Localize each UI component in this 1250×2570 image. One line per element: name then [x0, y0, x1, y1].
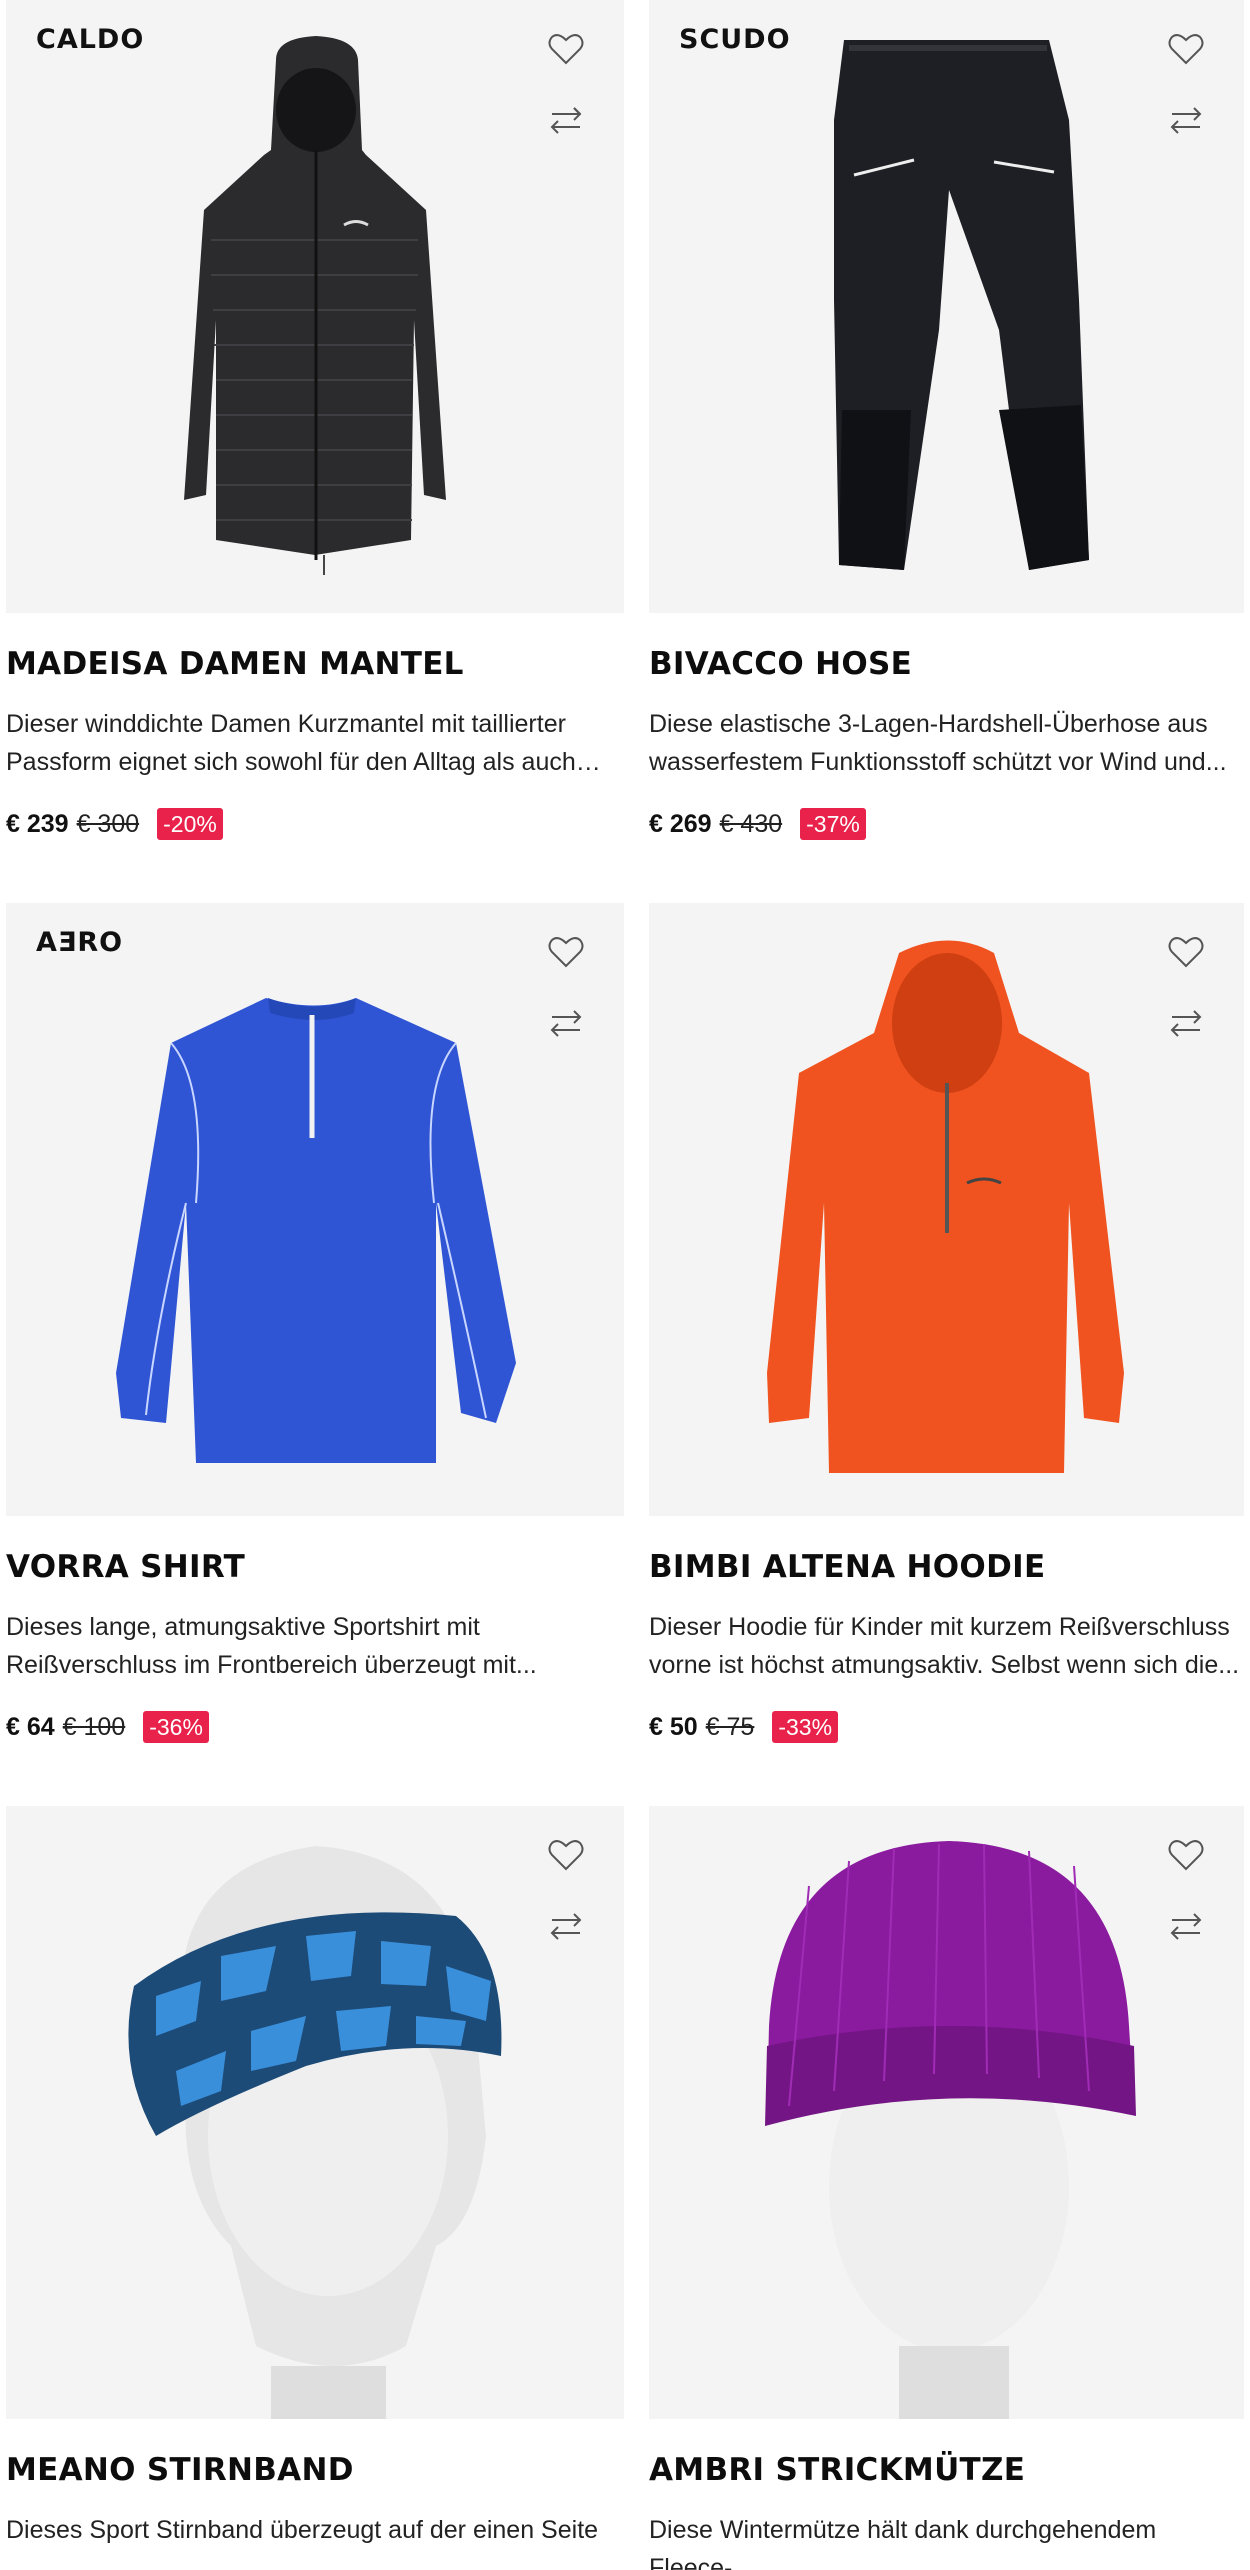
product-card[interactable]: AMBRI STRICKMÜTZE Diese Wintermütze hält… — [649, 1806, 1244, 2570]
black-coat-image — [184, 36, 446, 575]
compare-arrows-icon[interactable] — [1164, 1904, 1208, 1948]
product-description: Diese Wintermütze hält dank durchgehende… — [649, 2516, 1157, 2570]
heart-icon[interactable] — [544, 1833, 588, 1877]
product-image[interactable] — [6, 1806, 624, 2419]
blue-shirt-image — [116, 998, 516, 1463]
compare-arrows-icon[interactable] — [544, 1904, 588, 1948]
product-title[interactable]: MADEISA DAMEN MANTEL — [6, 643, 624, 685]
price-row: € 50 € 75 -33% — [649, 1710, 1244, 1744]
product-title[interactable]: BIMBI ALTENA HOODIE — [649, 1546, 1244, 1588]
product-card[interactable]: SCUDO BIVACCO HOSE Diese elastische 3-La… — [649, 0, 1244, 841]
price-original: € 430 — [719, 809, 783, 838]
product-description: Dieses lange, atmungsaktive Sportshirt m… — [6, 1613, 537, 1679]
product-title[interactable]: AMBRI STRICKMÜTZE — [649, 2449, 1244, 2491]
product-image[interactable] — [649, 903, 1244, 1516]
product-description: Diese elastische 3-Lagen-Hardshell-Überh… — [649, 710, 1227, 776]
price-current: € 239 — [6, 809, 69, 838]
price-row: € 64 € 100 -36% — [6, 1710, 624, 1744]
product-description: Dieser Hoodie für Kinder mit kurzem Reiß… — [649, 1613, 1240, 1679]
discount-badge: -20% — [157, 808, 223, 840]
product-card[interactable]: MEANO STIRNBAND Dieses Sport Stirnband ü… — [6, 1806, 624, 2570]
price-current: € 269 — [649, 809, 712, 838]
product-title[interactable]: BIVACCO HOSE — [649, 643, 1244, 685]
product-card[interactable]: CALDO MADEISA DAMEN MANTEL Dieser winddi… — [6, 0, 624, 841]
heart-icon[interactable] — [1164, 1833, 1208, 1877]
price-row: € 269 € 430 -37% — [649, 807, 1244, 841]
price-current: € 50 — [649, 1712, 698, 1741]
product-title[interactable]: MEANO STIRNBAND — [6, 2449, 624, 2491]
product-image[interactable]: CALDO — [6, 0, 624, 613]
product-image[interactable]: SCUDO — [649, 0, 1244, 613]
brand-logo: CALDO — [36, 24, 145, 55]
discount-badge: -36% — [143, 1711, 209, 1743]
product-image[interactable] — [649, 1806, 1244, 2419]
discount-badge: -33% — [772, 1711, 839, 1743]
heart-icon[interactable] — [1164, 930, 1208, 974]
blue-headband-image — [128, 1846, 502, 2419]
product-description: Dieses Sport Stirnband überzeugt auf der… — [6, 2516, 599, 2544]
product-image[interactable]: AƎRO — [6, 903, 624, 1516]
discount-badge: -37% — [800, 808, 866, 840]
brand-logo: SCUDO — [679, 24, 791, 55]
product-card[interactable]: BIMBI ALTENA HOODIE Dieser Hoodie für Ki… — [649, 903, 1244, 1744]
compare-arrows-icon[interactable] — [1164, 98, 1208, 142]
compare-arrows-icon[interactable] — [544, 1001, 588, 1045]
price-original: € 75 — [705, 1712, 755, 1741]
heart-icon[interactable] — [544, 27, 588, 71]
compare-arrows-icon[interactable] — [1164, 1001, 1208, 1045]
price-row: € 239 € 300 -20% — [6, 807, 624, 841]
product-card[interactable]: AƎRO VORRA SHIRT Dieses lange, atmungsak… — [6, 903, 624, 1744]
black-pants-image — [834, 40, 1089, 570]
brand-logo: AƎRO — [36, 927, 124, 958]
purple-beanie-image — [765, 1841, 1136, 2419]
orange-hoodie-image — [767, 940, 1124, 1473]
price-original: € 100 — [62, 1712, 126, 1741]
compare-arrows-icon[interactable] — [544, 98, 588, 142]
heart-icon[interactable] — [1164, 27, 1208, 71]
price-original: € 300 — [76, 809, 140, 838]
product-description: Dieser winddichte Damen Kurzmantel mit t… — [6, 710, 576, 776]
heart-icon[interactable] — [544, 930, 588, 974]
price-current: € 64 — [6, 1712, 55, 1741]
product-title[interactable]: VORRA SHIRT — [6, 1546, 624, 1588]
